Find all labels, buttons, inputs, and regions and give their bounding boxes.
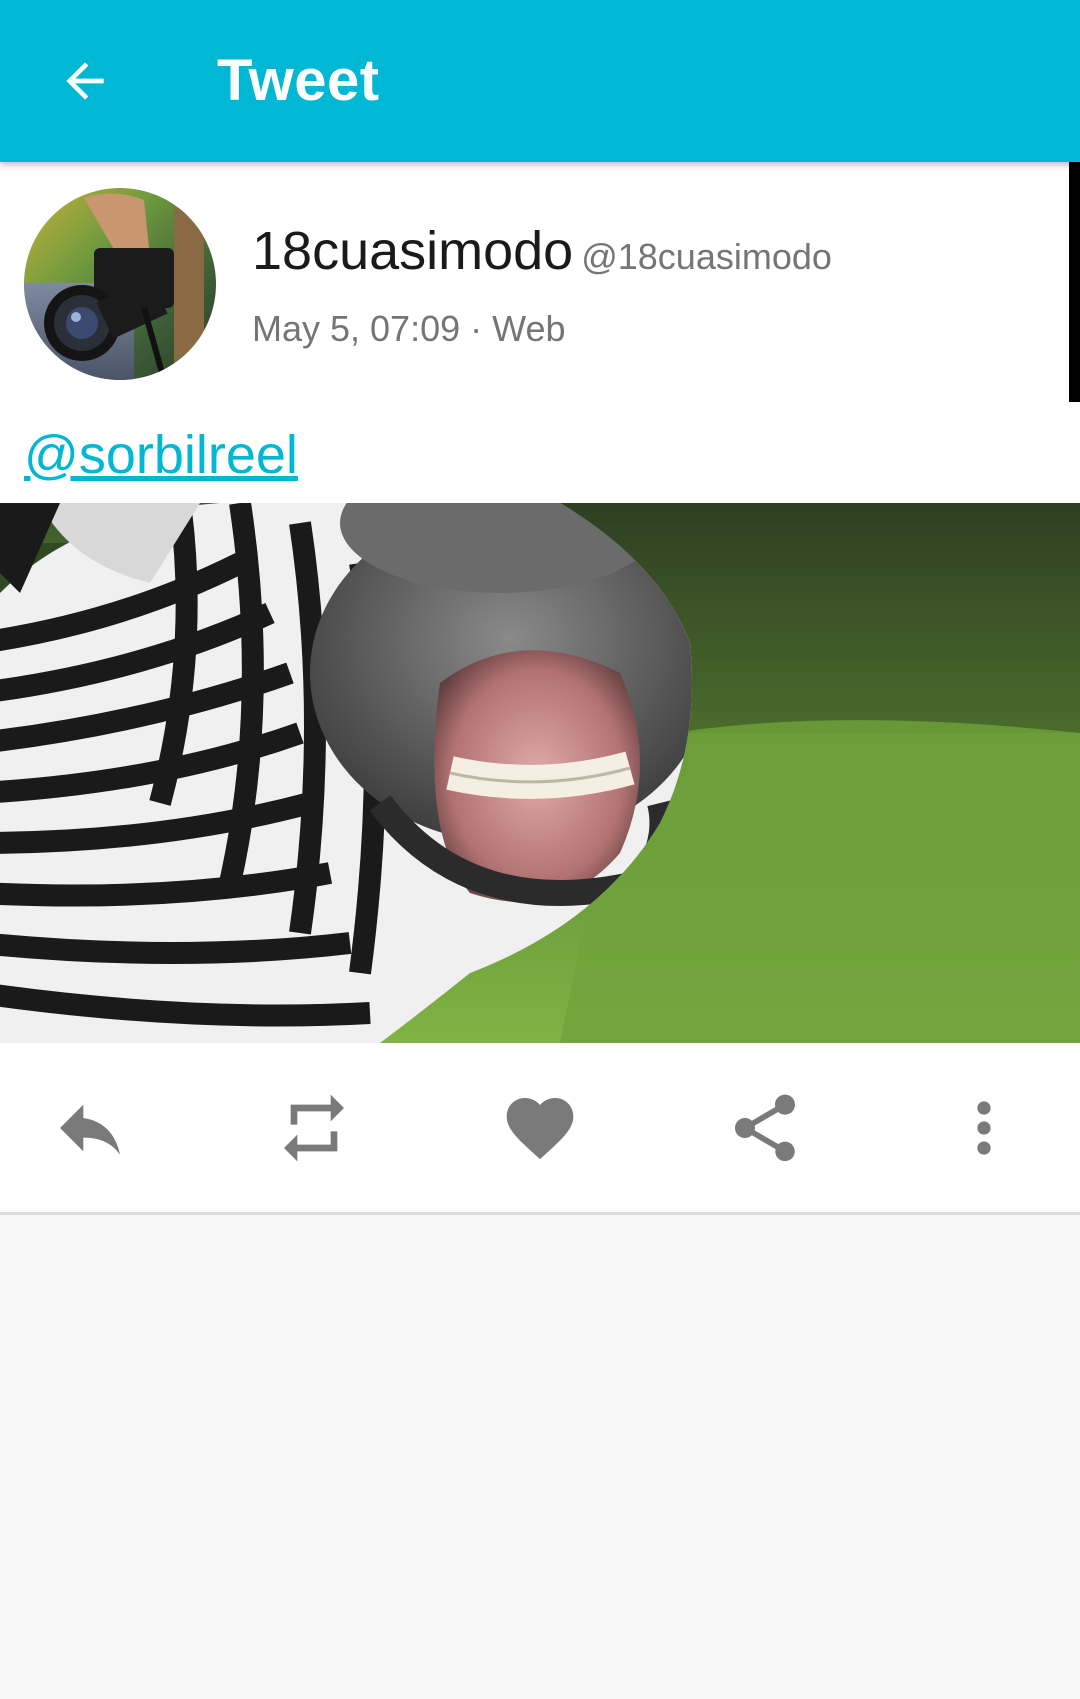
like-button[interactable] <box>495 1083 585 1173</box>
mention-link[interactable]: @sorbilreel <box>24 425 298 485</box>
app-toolbar: Tweet <box>0 0 1080 162</box>
heart-icon <box>506 1098 574 1160</box>
reply-button[interactable] <box>45 1083 135 1173</box>
tweet-card: 18cuasimodo @18cuasimodo May 5, 07:09 · W… <box>0 162 1080 1215</box>
more-button[interactable] <box>939 1083 1029 1173</box>
tweet-media[interactable] <box>0 503 1080 1043</box>
reply-icon <box>60 1104 120 1155</box>
retweet-button[interactable] <box>269 1083 359 1173</box>
back-button[interactable] <box>40 36 130 126</box>
share-icon <box>735 1094 795 1162</box>
more-vert-icon <box>977 1101 991 1155</box>
page-title: Tweet <box>217 48 380 113</box>
tweet-timestamp: May 5, 07:09 <box>252 308 461 349</box>
author-display-name[interactable]: 18cuasimodo <box>252 221 573 281</box>
meta-separator: · <box>460 308 493 349</box>
author-screen-name[interactable]: @18cuasimodo <box>581 236 832 277</box>
tweet-text: @sorbilreel <box>24 424 298 486</box>
tweet-meta: May 5, 07:09 · Web <box>252 308 566 350</box>
avatar-photo <box>24 188 216 380</box>
avatar[interactable] <box>24 188 216 380</box>
retweet-icon <box>284 1094 344 1162</box>
tweet-source: Web <box>492 308 566 349</box>
arrow-back-icon <box>66 62 104 100</box>
tweet-actions <box>0 1043 1080 1211</box>
author-line: 18cuasimodo @18cuasimodo <box>252 220 832 282</box>
scrollbar[interactable] <box>1069 162 1080 402</box>
tweet-detail-screen: Tweet 18cuasimodo @18cuasimodo May 5, 07… <box>0 0 1080 1699</box>
share-button[interactable] <box>720 1083 810 1173</box>
zebra-photo <box>0 503 1080 1043</box>
